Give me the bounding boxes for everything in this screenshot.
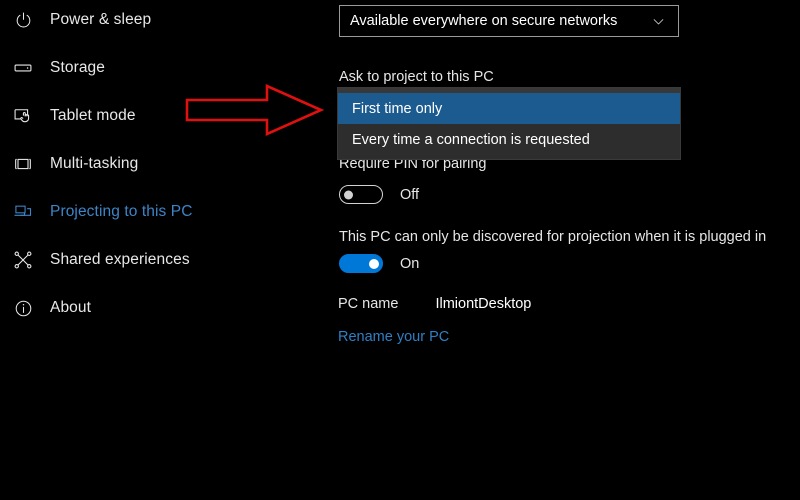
plugged-in-only-toggle[interactable] (339, 254, 383, 273)
shared-experiences-icon (10, 247, 36, 273)
toggle-knob (343, 190, 353, 199)
info-circle-icon (10, 295, 36, 321)
multitasking-icon (10, 151, 36, 177)
pc-name-value: IlmiontDesktop (435, 296, 532, 312)
rename-your-pc-link[interactable]: Rename your PC (338, 329, 449, 345)
dropdown-option-every-time[interactable]: Every time a connection is requested (338, 124, 680, 155)
sidebar-item-storage[interactable]: Storage (0, 48, 330, 88)
sidebar-item-label: Shared experiences (50, 251, 190, 268)
require-pin-toggle[interactable] (339, 185, 383, 204)
sidebar-item-label: Projecting to this PC (50, 203, 193, 220)
projecting-settings-pane: Available everywhere on secure networks … (330, 0, 800, 500)
dropdown-option-label: First time only (352, 100, 443, 117)
require-pin-toggle-row[interactable]: Off (339, 185, 419, 204)
plugged-in-only-toggle-row[interactable]: On (339, 254, 419, 273)
availability-combobox[interactable]: Available everywhere on secure networks (339, 5, 679, 37)
storage-drive-icon (10, 55, 36, 81)
dropdown-option-label: Every time a connection is requested (352, 131, 590, 148)
sidebar-item-label: Multi-tasking (50, 155, 139, 172)
pc-name-row: PC name IlmiontDesktop (338, 296, 531, 312)
sidebar-item-multi-tasking[interactable]: Multi-tasking (0, 144, 330, 184)
sidebar-item-label: Tablet mode (50, 107, 136, 124)
toggle-knob (368, 258, 379, 269)
projecting-icon (10, 199, 36, 225)
dropdown-option-first-time-only[interactable]: First time only (338, 93, 680, 124)
require-pin-state: Off (400, 186, 420, 203)
sidebar-item-about[interactable]: About (0, 288, 330, 328)
plugged-in-only-label: This PC can only be discovered for proje… (339, 229, 767, 245)
tablet-mode-icon (10, 103, 36, 129)
plugged-in-only-state: On (400, 255, 420, 272)
sidebar-item-label: Power & sleep (50, 11, 152, 28)
sidebar-item-shared-experiences[interactable]: Shared experiences (0, 240, 330, 280)
settings-sidebar: Power & sleep Storage Tablet mode Multi-… (0, 0, 330, 500)
chevron-down-icon (651, 14, 666, 29)
ask-to-project-dropdown-list[interactable]: First time only Every time a connection … (338, 88, 680, 159)
ask-to-project-label: Ask to project to this PC (339, 69, 494, 85)
sidebar-item-tablet-mode[interactable]: Tablet mode (0, 96, 330, 136)
availability-combobox-value: Available everywhere on secure networks (350, 13, 618, 29)
sidebar-item-power-and-sleep[interactable]: Power & sleep (0, 0, 330, 40)
power-icon (10, 7, 36, 33)
pc-name-label: PC name (338, 296, 399, 312)
sidebar-item-projecting-to-this-pc[interactable]: Projecting to this PC (0, 192, 330, 232)
sidebar-item-label: Storage (50, 59, 105, 76)
sidebar-item-label: About (50, 299, 92, 316)
